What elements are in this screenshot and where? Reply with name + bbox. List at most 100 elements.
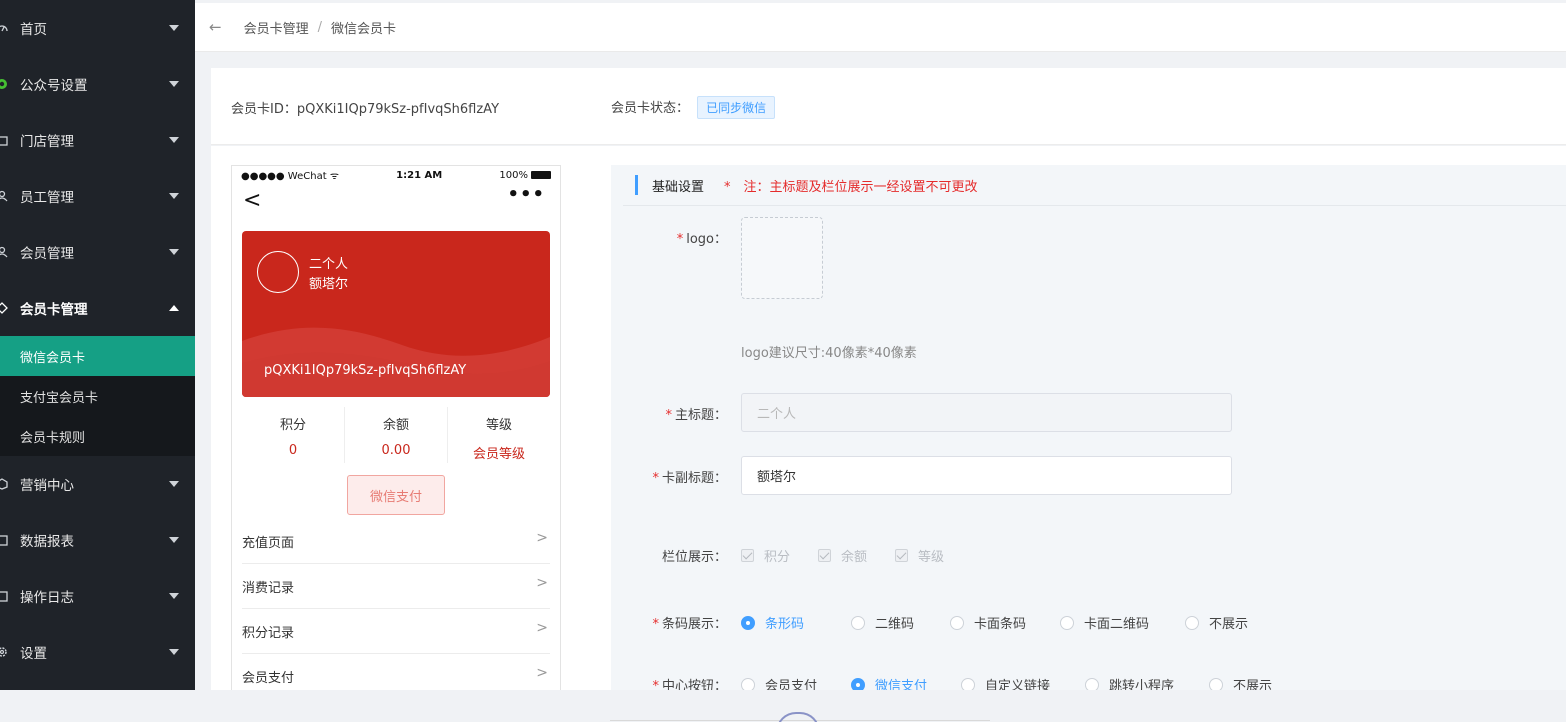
card-title: 二个人 bbox=[309, 257, 349, 272]
fields-label: 栏位展示： bbox=[661, 550, 727, 565]
card-code: pQXKi1IQp79kSz-pfIvqSh6flzAY bbox=[264, 363, 467, 378]
phone-preview: ●●●●● WeChat ᯤ 1:21 AM 100% < ••• 二个人 额塔… bbox=[231, 165, 561, 690]
fields-checkbox-group: 积分 余额 等级 bbox=[741, 546, 972, 565]
wechat-pay-button[interactable]: 微信支付 bbox=[347, 475, 445, 515]
member-icon bbox=[0, 246, 8, 258]
radio-icon bbox=[950, 615, 964, 630]
logo-label: * logo： bbox=[676, 232, 727, 247]
stat-points: 积分 0 bbox=[242, 407, 345, 463]
radio-card-qrcode[interactable]: 卡面二维码 bbox=[1060, 613, 1185, 632]
sidebar-subitem-card-rules[interactable]: 会员卡规则 bbox=[0, 416, 195, 456]
chevron-down-icon bbox=[169, 481, 179, 487]
sidebar-item-logs[interactable]: 操作日志 bbox=[0, 568, 195, 624]
radio-icon bbox=[851, 615, 865, 630]
status-badge: 已同步微信 bbox=[697, 96, 776, 119]
sidebar-item-card-management[interactable]: 会员卡管理 bbox=[0, 280, 195, 336]
section-title: 基础设置 bbox=[652, 179, 705, 195]
radio-barcode[interactable]: 条形码 bbox=[741, 613, 851, 632]
radio-qrcode[interactable]: 二维码 bbox=[851, 613, 950, 632]
checkbox-level[interactable]: 等级 bbox=[895, 546, 944, 565]
card-status-label: 会员卡状态： bbox=[611, 101, 690, 116]
radio-icon bbox=[1209, 677, 1223, 690]
list-item-label: 充值页面 bbox=[242, 535, 295, 551]
chevron-down-icon bbox=[169, 593, 179, 599]
barcode-radio-group: 条形码 二维码 卡面条码 卡面二维码 不展示 bbox=[741, 613, 1248, 632]
marketing-icon bbox=[0, 478, 8, 490]
radio-icon bbox=[741, 615, 755, 630]
radio-barcode-none[interactable]: 不展示 bbox=[1185, 613, 1248, 632]
logo-hint: logo建议尺寸:40像素*40像素 bbox=[741, 346, 917, 361]
radio-icon bbox=[851, 677, 865, 690]
chevron-right-icon: > bbox=[536, 575, 548, 591]
logo-upload[interactable] bbox=[741, 217, 823, 299]
subtitle-input[interactable]: 额塔尔 bbox=[741, 456, 1232, 495]
phone-nav-bar: < ••• bbox=[232, 184, 560, 220]
stat-balance: 余额 0.00 bbox=[345, 407, 448, 463]
more-icon[interactable]: ••• bbox=[507, 184, 545, 205]
list-item-recharge[interactable]: 充值页面 > bbox=[242, 519, 550, 564]
footer-logo-icon bbox=[776, 712, 820, 722]
sidebar-item-label: 首页 bbox=[20, 22, 47, 38]
radio-center-none[interactable]: 不展示 bbox=[1209, 675, 1272, 690]
sidebar-submenu: 微信会员卡 支付宝会员卡 会员卡规则 bbox=[0, 336, 195, 456]
sidebar-item-reports[interactable]: 数据报表 bbox=[0, 512, 195, 568]
phone-menu-list: 充值页面 > 消费记录 > 积分记录 > 会员支付 > bbox=[242, 519, 550, 690]
breadcrumb-current: 微信会员卡 bbox=[330, 21, 396, 37]
breadcrumb: ← 会员卡管理 / 微信会员卡 bbox=[195, 3, 1566, 52]
radio-mini-program[interactable]: 跳转小程序 bbox=[1085, 675, 1209, 690]
sidebar-item-label: 门店管理 bbox=[20, 134, 74, 150]
title-label: * 主标题： bbox=[665, 408, 727, 423]
main-content: ●●●●● WeChat ᯤ 1:21 AM 100% < ••• 二个人 额塔… bbox=[211, 146, 1566, 690]
sidebar-item-home[interactable]: 首页 bbox=[0, 0, 195, 56]
wechat-icon bbox=[0, 79, 7, 89]
card-icon bbox=[0, 302, 8, 314]
checkbox-points[interactable]: 积分 bbox=[741, 546, 790, 565]
list-item-member-pay[interactable]: 会员支付 > bbox=[242, 654, 550, 690]
radio-card-barcode[interactable]: 卡面条码 bbox=[950, 613, 1060, 632]
title-input[interactable]: 二个人 bbox=[741, 393, 1232, 432]
card-status: 会员卡状态： 已同步微信 bbox=[611, 96, 776, 119]
sidebar-item-settings[interactable]: 设置 bbox=[0, 624, 195, 680]
battery-icon bbox=[530, 170, 551, 179]
section-accent-bar bbox=[635, 175, 638, 195]
chevron-down-icon bbox=[169, 537, 179, 543]
card-logo-placeholder bbox=[257, 251, 299, 293]
list-item-points[interactable]: 积分记录 > bbox=[242, 609, 550, 654]
basic-settings-panel: 基础设置 * 注：主标题及栏位展示一经设置不可更改 * logo： logo建议尺… bbox=[611, 165, 1566, 690]
breadcrumb-parent[interactable]: 会员卡管理 bbox=[244, 18, 309, 37]
sidebar-item-staff[interactable]: 员工管理 bbox=[0, 168, 195, 224]
checkbox-balance[interactable]: 余额 bbox=[818, 546, 867, 565]
sidebar-item-wechat-settings[interactable]: 公众号设置 bbox=[0, 56, 195, 112]
checkbox-icon bbox=[818, 549, 832, 562]
sidebar-item-member[interactable]: 会员管理 bbox=[0, 224, 195, 280]
back-arrow-icon[interactable]: ← bbox=[209, 18, 222, 36]
center-button-radio-group: 会员支付 微信支付 自定义链接 跳转小程序 不展示 bbox=[741, 675, 1272, 690]
card-wave-decoration bbox=[242, 327, 550, 397]
member-card-preview: 二个人 额塔尔 pQXKi1IQp79kSz-pfIvqSh6flzAY bbox=[242, 231, 550, 397]
phone-back-icon[interactable]: < bbox=[243, 190, 261, 212]
radio-custom-link[interactable]: 自定义链接 bbox=[961, 675, 1085, 690]
radio-wechat-pay[interactable]: 微信支付 bbox=[851, 675, 961, 690]
chevron-right-icon: > bbox=[536, 665, 548, 681]
sidebar-item-marketing[interactable]: 营销中心 bbox=[0, 456, 195, 512]
required-mark: * bbox=[652, 679, 659, 690]
sidebar-subitem-alipay-card[interactable]: 支付宝会员卡 bbox=[0, 376, 195, 416]
radio-icon bbox=[961, 677, 975, 690]
chevron-right-icon: > bbox=[536, 620, 548, 636]
radio-member-pay[interactable]: 会员支付 bbox=[741, 675, 851, 690]
checkbox-icon bbox=[895, 549, 909, 562]
list-item-label: 会员支付 bbox=[242, 670, 295, 686]
sidebar-item-store[interactable]: 门店管理 bbox=[0, 112, 195, 168]
chevron-right-icon: > bbox=[536, 530, 548, 546]
required-mark: * bbox=[665, 408, 672, 423]
phone-battery: 100% bbox=[499, 170, 551, 181]
list-item-consumption[interactable]: 消费记录 > bbox=[242, 564, 550, 609]
phone-time: 1:21 AM bbox=[396, 169, 443, 181]
staff-icon bbox=[0, 190, 8, 202]
sidebar-subitem-wechat-card[interactable]: 微信会员卡 bbox=[0, 336, 195, 376]
required-mark: * bbox=[652, 471, 659, 486]
section-header: 基础设置 * 注：主标题及栏位展示一经设置不可更改 bbox=[623, 165, 1566, 206]
sidebar-item-label: 员工管理 bbox=[20, 190, 74, 206]
stat-label: 积分 bbox=[279, 418, 306, 433]
card-info-header: 会员卡ID：pQXKi1IQp79kSz-pfIvqSh6flzAY 会员卡状态… bbox=[211, 68, 1566, 145]
